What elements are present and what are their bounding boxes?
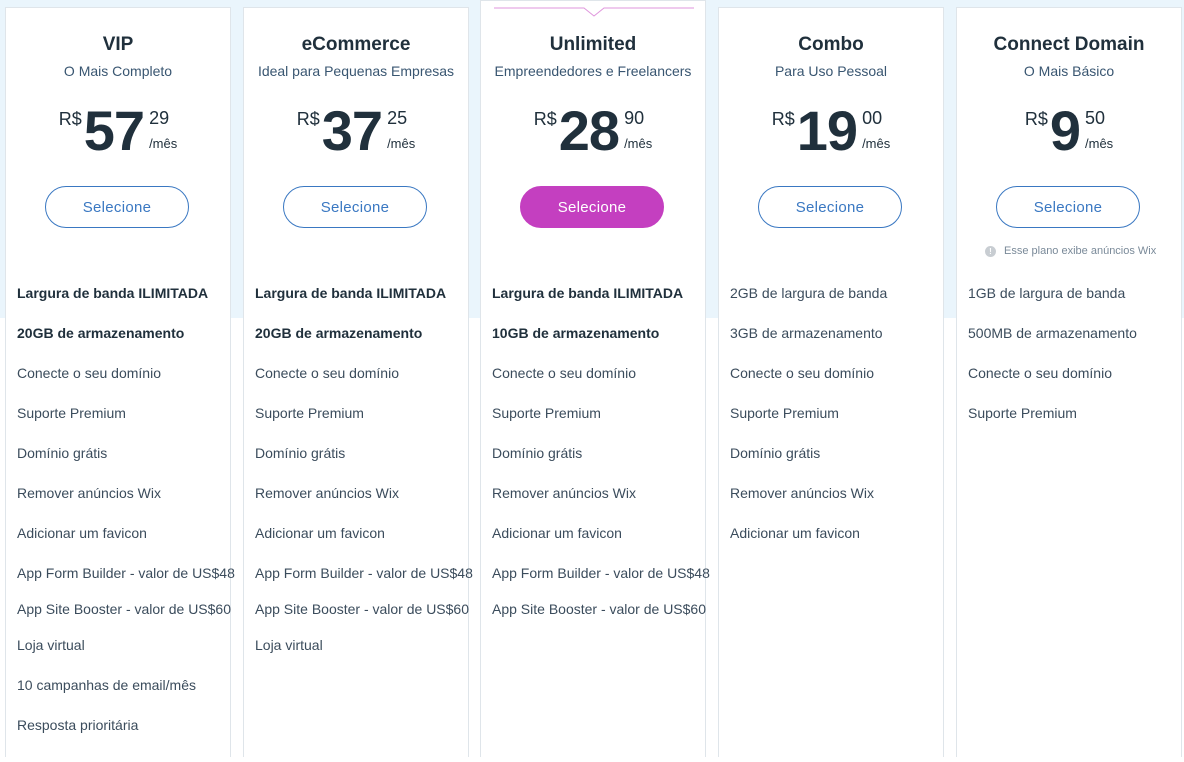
plan-subtitle: O Mais Básico [1023,63,1115,79]
price-amount: 57 [83,99,145,162]
plan-name: eCommerce [301,34,411,55]
ads-notice: ! Esse plano exibe anúncios Wix [985,245,1156,257]
price-cents: 50 [1085,108,1106,128]
price-amount: 9 [1049,99,1081,162]
feature-item: 20GB de armazenamento [255,325,423,341]
feature-list: 1GB de largura de banda 500MB de armazen… [968,285,1137,445]
feature-item: Suporte Premium [968,405,1077,421]
price-currency: R$ [533,109,557,129]
feature-item: 10GB de armazenamento [492,325,660,341]
highlight-ribbon [480,0,706,17]
feature-item: Conecte o seu domínio [17,365,161,381]
plan-subtitle: Para Uso Pessoal [774,63,888,79]
feature-item: Largura de banda ILIMITADA [255,285,447,301]
feature-item: App Form Builder - valor de US$48 [255,565,473,581]
feature-list: 2GB de largura de banda 3GB de armazenam… [730,285,887,565]
feature-item: Remover anúncios Wix [255,485,399,501]
price-period: /mês [624,136,653,151]
feature-item: Largura de banda ILIMITADA [492,285,684,301]
feature-item: 20GB de armazenamento [17,325,185,341]
feature-item: App Site Booster - valor de US$60 [17,601,232,617]
plan-price: R$ 57 29 /mês [6,99,230,167]
select-button-vip[interactable]: Selecione [45,186,189,228]
feature-item: Largura de banda ILIMITADA [17,285,209,301]
feature-item: Domínio grátis [492,445,583,461]
feature-item: App Site Booster - valor de US$60 [492,601,707,617]
price-period: /mês [862,136,891,151]
feature-item: Conecte o seu domínio [968,365,1112,381]
plan-name: Unlimited [549,34,637,55]
select-button-ecommerce[interactable]: Selecione [283,186,427,228]
feature-list: Largura de banda ILIMITADA 20GB de armaz… [255,285,473,677]
plan-card-combo: Combo Para Uso Pessoal R$ 19 00 /mês Sel… [718,7,944,757]
price-cents: 90 [624,108,645,128]
plan-card-vip: VIP O Mais Completo R$ 57 29 /mês Seleci… [5,7,235,757]
plan-card-ecommerce: eCommerce Ideal para Pequenas Empresas R… [243,7,473,757]
feature-list: Largura de banda ILIMITADA 20GB de armaz… [17,285,235,757]
plan-price: R$ 9 50 /mês [957,99,1181,167]
feature-item: Suporte Premium [255,405,364,421]
price-cents: 00 [862,108,883,128]
plan-name: Connect Domain [993,34,1145,55]
feature-list: Largura de banda ILIMITADA 10GB de armaz… [492,285,710,637]
feature-item: Suporte Premium [492,405,601,421]
feature-item: Domínio grátis [17,445,108,461]
select-button-connect-domain[interactable]: Selecione [996,186,1140,228]
feature-item: Remover anúncios Wix [730,485,874,501]
price-currency: R$ [771,109,795,129]
feature-item: 1GB de largura de banda [968,285,1126,301]
feature-item: Adicionar um favicon [730,525,860,541]
feature-item: App Form Builder - valor de US$48 [492,565,710,581]
info-icon: ! [985,245,996,257]
feature-item: Remover anúncios Wix [492,485,636,501]
price-currency: R$ [58,109,82,129]
feature-item: App Site Booster - valor de US$60 [255,601,470,617]
feature-item: 3GB de armazenamento [730,325,883,341]
plan-subtitle: O Mais Completo [63,63,173,79]
select-button-unlimited[interactable]: Selecione [520,186,664,228]
feature-item: 10 campanhas de email/mês [17,677,196,693]
feature-item: Loja virtual [255,637,323,653]
plan-subtitle: Empreendedores e Freelancers [494,63,692,79]
feature-item: Domínio grátis [730,445,821,461]
feature-item: 2GB de largura de banda [730,285,888,301]
feature-item: Loja virtual [17,637,85,653]
plan-card-connect-domain: Connect Domain O Mais Básico R$ 9 50 /mê… [956,7,1182,757]
plan-price: R$ 37 25 /mês [244,99,468,167]
feature-item: Suporte Premium [730,405,839,421]
feature-item: Conecte o seu domínio [730,365,874,381]
feature-item: App Form Builder - valor de US$48 [17,565,235,581]
feature-item: Resposta prioritária [17,717,139,733]
pricing-plans: VIP O Mais Completo R$ 57 29 /mês Seleci… [0,0,1184,762]
plan-price: R$ 19 00 /mês [719,99,943,167]
price-amount: 28 [558,99,620,162]
plan-price: R$ 28 90 /mês [481,99,705,167]
ads-notice-text: Esse plano exibe anúncios Wix [1004,245,1157,257]
feature-item: Suporte Premium [17,405,126,421]
plan-name: Combo [798,34,864,55]
price-cents: 25 [387,108,408,128]
price-currency: R$ [296,109,320,129]
plan-card-unlimited: Unlimited Empreendedores e Freelancers R… [480,0,710,757]
plan-subtitle: Ideal para Pequenas Empresas [257,63,455,79]
feature-item: Conecte o seu domínio [255,365,399,381]
feature-item: Adicionar um favicon [492,525,622,541]
plan-name: VIP [102,34,134,55]
feature-item: Domínio grátis [255,445,346,461]
select-button-combo[interactable]: Selecione [758,186,902,228]
price-amount: 37 [321,99,383,162]
price-period: /mês [1085,136,1114,151]
price-amount: 19 [796,99,858,162]
feature-item: Adicionar um favicon [17,525,147,541]
feature-item: 500MB de armazenamento [968,325,1137,341]
price-cents: 29 [149,108,170,128]
price-currency: R$ [1024,109,1048,129]
price-period: /mês [149,136,178,151]
price-period: /mês [387,136,416,151]
feature-item: Conecte o seu domínio [492,365,636,381]
feature-item: Adicionar um favicon [255,525,385,541]
feature-item: Remover anúncios Wix [17,485,161,501]
